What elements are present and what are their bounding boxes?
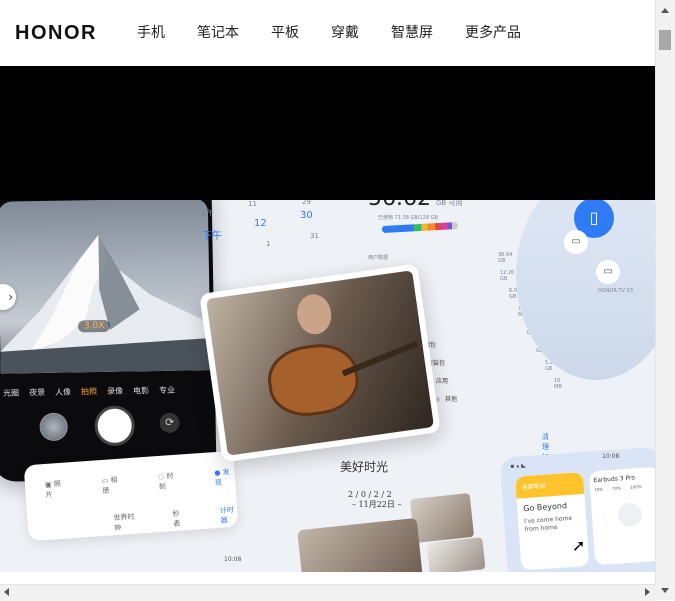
tab-albums[interactable]: ▭ 相册 [101,475,123,496]
mountain-photo: 3.0X [0,200,211,374]
scroll-right-arrow-icon[interactable] [645,588,650,596]
tab-world-clock[interactable]: 世界时钟 [113,512,137,534]
photo-thumb-1[interactable] [409,492,475,544]
vertical-scrollbar[interactable] [655,0,675,600]
scroll-up-arrow-icon[interactable] [661,8,669,13]
brand-logo[interactable]: HONOR [15,22,97,45]
mode-video[interactable]: 录像 [107,386,123,397]
mountain-illustration [0,235,211,374]
horizontal-scrollbar[interactable] [0,584,656,601]
tab-albums-label: 相册 [102,475,118,495]
minute-29[interactable]: 29 [302,200,311,206]
mode-aperture[interactable]: 光圈 [3,387,19,398]
camera-mode-bar: 光圈 夜景 人像 拍照 录像 电影 专业 [3,384,213,399]
earbuds-battery-3: 100% [629,483,642,490]
switch-camera-icon[interactable]: ⟳ [159,412,180,434]
minute-30[interactable]: 30 [300,210,313,221]
mode-movie[interactable]: 电影 [133,385,149,396]
tab-moments-label: 时刻 [158,471,174,492]
storage-used: 已使用 71.38 GB/128 GB [378,215,438,221]
nav-item-more-products[interactable]: 更多产品 [465,22,521,44]
tab-timer[interactable]: 计时器 [220,505,239,526]
status-time-2: 10:08 [224,556,242,563]
nav-item-phones[interactable]: 手机 [137,22,165,44]
tab-stopwatch[interactable]: 秒表 [172,508,185,529]
photo-thumb-3[interactable] [297,517,423,572]
person-figure [294,292,334,337]
scroll-down-arrow-icon[interactable] [661,588,669,593]
storage-head-value: 36.64 GB [498,252,513,264]
earbuds-card[interactable]: Earbuds 3 Pro 70% 70% 100% [588,466,656,566]
mode-portrait[interactable]: 人像 [55,387,71,398]
status-time: 10:08 [602,453,620,460]
storage-head: 用户数据 [368,255,389,261]
tab-moments[interactable]: ◌ 时刻 [158,471,180,492]
minute-31[interactable]: 31 [310,232,319,240]
cursor-icon: ➚ [572,536,586,555]
earbuds-battery-1: 70% [593,486,604,493]
photo-thumb-2[interactable] [426,537,486,572]
nav-item-wearables[interactable]: 穿戴 [331,22,359,44]
storage-item-label[interactable]: 应用 [436,376,448,385]
hour-12[interactable]: 12 [254,218,267,229]
earbuds-battery-2: 70% [611,485,622,491]
scrollbar-thumb[interactable] [659,30,671,50]
tab-photos-label: 照片 [45,479,62,499]
hour-11[interactable]: 11 [248,200,257,208]
note-title: 全部笔记 [521,482,547,492]
main-nav: 手机 笔记本 平板 穿戴 智慧屏 更多产品 [137,22,553,44]
guitar-photo [206,270,434,456]
hour-1[interactable]: 1 [266,240,270,248]
mode-pro[interactable]: 专业 [159,385,175,396]
mode-night[interactable]: 夜景 [29,387,45,398]
scroll-left-arrow-icon[interactable] [4,588,9,596]
storage-item-label[interactable]: 其他 [445,394,457,403]
camera-phone: 3.0X 光圈 夜景 人像 拍照 录像 电影 专业 ⟳ [0,200,217,482]
am-label[interactable]: 上午 [200,208,214,218]
status-bar-icons: ▪ ▴ ◣ [510,461,527,471]
tv-device-icon[interactable]: ▭ [596,260,620,284]
earbuds-image [617,501,643,528]
note-card[interactable]: 全部笔记 Go Beyond I've come home from home [515,471,590,571]
nav-item-tablets[interactable]: 平板 [271,22,299,44]
storage-bar [381,222,459,233]
guitar-shape [263,339,363,422]
memory-date: 2 / 0 / 2 / 2 [348,490,392,499]
tv-device-label: HONOR TV X3 [598,288,634,294]
nav-item-laptops[interactable]: 笔记本 [197,22,239,44]
shutter-button[interactable] [94,405,136,447]
hero-banner-black [0,66,656,200]
top-navigation: HONOR 手机 笔记本 平板 穿戴 智慧屏 更多产品 [0,0,656,66]
mode-photo[interactable]: 拍照 [81,386,97,397]
storage-unit: GB 可用 [436,200,463,207]
storage-item-size: 12.20 GB [500,270,515,282]
tab-photos[interactable]: ▣ 照片 [45,479,67,500]
tablet-device-icon[interactable]: ▭ [564,230,588,254]
storage-item-size: 10 MB [554,378,562,390]
zoom-indicator[interactable]: 3.0X [77,319,111,333]
memory-subtitle: – 11月22日 – [352,500,402,509]
pm-label[interactable]: 下午 [202,227,222,242]
hero-collage: 3.0X 光圈 夜景 人像 拍照 录像 电影 专业 ⟳ › ▣ 照片 ▭ 相册 … [0,200,656,572]
note-text-3: from home [524,523,558,534]
nav-item-smart-screens[interactable]: 智慧屏 [391,22,433,44]
tab-discover-label: 发现 [214,468,230,488]
time-picker: 上午 下午 11 12 1 29 30 31 [186,200,336,280]
note-text-1: Go Beyond [522,501,568,514]
page-bottom-fill [0,572,656,584]
gallery-thumbnail[interactable] [39,412,68,442]
tab-discover[interactable]: ● 发现 [214,467,236,488]
memory-title: 美好时光 [340,460,389,474]
storage-total: 56.62 [368,200,431,211]
gallery-tab-card: ▣ 照片 ▭ 相册 ◌ 时刻 ● 发现 世界时钟 秒表 计时器 [23,450,239,542]
earbuds-name: Earbuds 3 Pro [593,474,636,485]
memory-photo-card[interactable] [199,263,441,463]
